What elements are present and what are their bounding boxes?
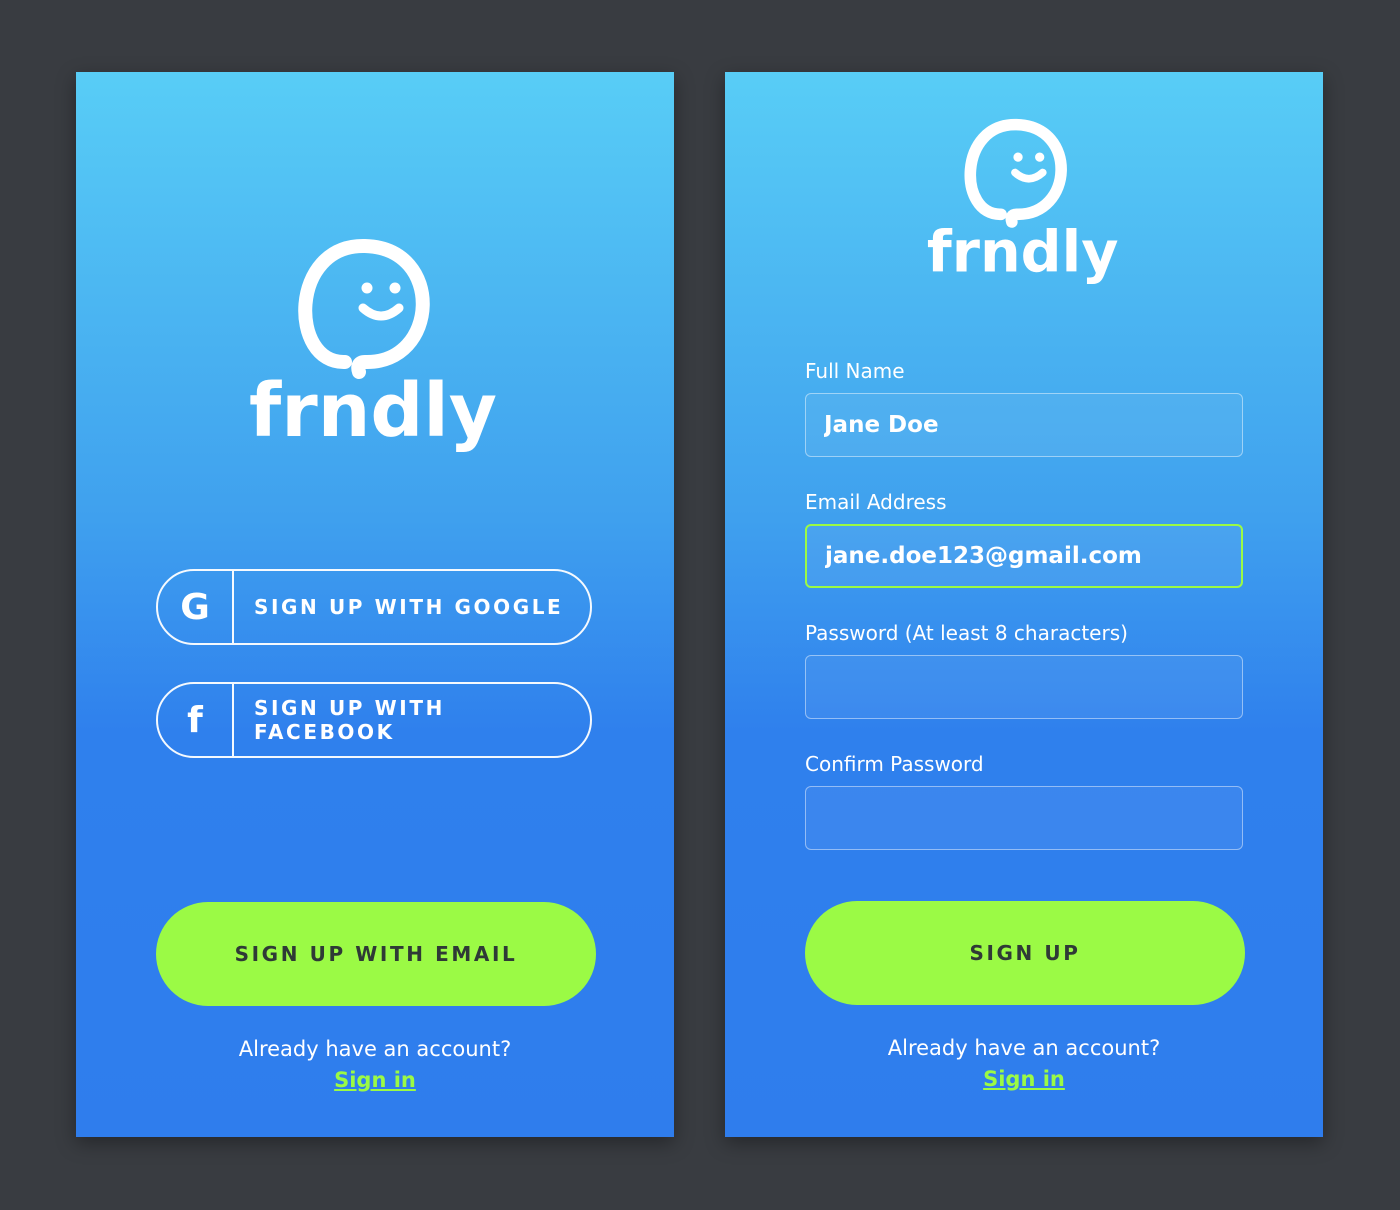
signup-options-screen: frndly G SIGN UP WITH GOOGLE f SIGN UP W… <box>76 72 674 1137</box>
facebook-signup-button[interactable]: f SIGN UP WITH FACEBOOK <box>156 682 592 758</box>
account-prompt: Already have an account? <box>238 1037 512 1061</box>
email-signup-button[interactable]: SIGN UP WITH EMAIL <box>156 902 596 1006</box>
sign-in-link-container: Sign in <box>76 1068 674 1092</box>
full-name-field[interactable] <box>805 393 1243 457</box>
app-logo: frndly <box>927 118 1118 290</box>
account-prompt: Already have an account? <box>887 1036 1161 1060</box>
smiley-speech-bubble-icon: frndly <box>249 238 497 454</box>
app-logo: frndly <box>249 238 497 460</box>
sign-in-link-container: Sign in <box>725 1067 1323 1091</box>
signup-form-screen: frndly Full Name Email Address Password … <box>725 72 1323 1137</box>
google-signup-label: SIGN UP WITH GOOGLE <box>254 595 564 619</box>
email-label: Email Address <box>805 490 947 514</box>
confirm-password-field[interactable] <box>805 786 1243 850</box>
sign-in-link[interactable]: Sign in <box>334 1068 416 1092</box>
email-field[interactable] <box>805 524 1243 588</box>
google-signup-button[interactable]: G SIGN UP WITH GOOGLE <box>156 569 592 645</box>
password-label: Password (At least 8 characters) <box>805 621 1128 645</box>
logo-wordmark: frndly <box>927 219 1119 285</box>
confirm-password-label: Confirm Password <box>805 752 984 776</box>
facebook-signup-label: SIGN UP WITH FACEBOOK <box>254 696 445 744</box>
logo-wordmark: frndly <box>249 368 497 454</box>
password-field[interactable] <box>805 655 1243 719</box>
facebook-icon: f <box>158 684 234 756</box>
sign-up-button[interactable]: SIGN UP <box>805 901 1245 1005</box>
sign-in-link[interactable]: Sign in <box>983 1067 1065 1091</box>
full-name-label: Full Name <box>805 359 905 383</box>
smiley-speech-bubble-icon: frndly <box>927 118 1118 285</box>
google-icon: G <box>158 571 234 643</box>
